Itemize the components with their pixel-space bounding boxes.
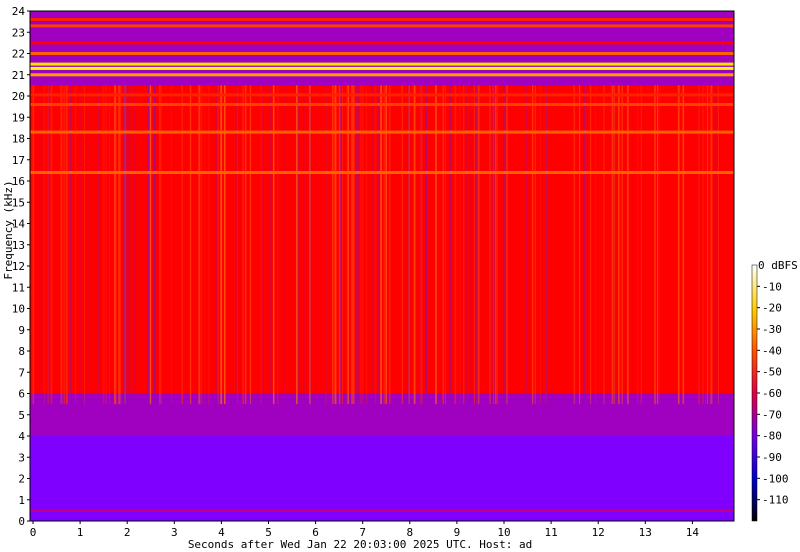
colorbar-tick-label: -90: [762, 451, 782, 464]
colorbar-tick-label: -40: [762, 344, 782, 357]
y-tick-label: 20: [12, 90, 25, 103]
tone-line: [30, 130, 734, 134]
colorbar-tick-label: -100: [762, 472, 789, 485]
colorbar-tick-label: -30: [762, 323, 782, 336]
y-tick-label: 24: [12, 5, 26, 18]
y-tick-label: 8: [18, 345, 25, 358]
y-tick-label: 0: [18, 515, 25, 528]
tone-line: [30, 103, 734, 106]
colorbar-tick-label: -70: [762, 408, 782, 421]
y-tick-label: 10: [12, 303, 25, 316]
y-tick-label: 9: [18, 324, 25, 337]
y-tick-label: 19: [12, 111, 25, 124]
colorbar-tick-label: -50: [762, 366, 782, 379]
colorbar-gradient: [751, 264, 758, 522]
colorbar-unit-label: 0 dBFS: [758, 259, 798, 272]
y-tick-label: 1: [18, 494, 25, 507]
y-axis-label: Frequency (kHz): [2, 180, 15, 279]
colorbar-tick-label: -60: [762, 387, 782, 400]
y-tick-label: 21: [12, 69, 25, 82]
x-tick-label: 14: [686, 526, 700, 539]
y-tick-label: 17: [12, 154, 25, 167]
y-tick-label: 4: [18, 430, 25, 443]
x-tick-label: 0: [30, 526, 37, 539]
y-tick-label: 18: [12, 133, 25, 146]
x-tick-label: 3: [171, 526, 178, 539]
spectrogram-chart: 0123456789101112131415161718192021222324…: [2, 5, 798, 551]
y-tick-label: 2: [18, 473, 25, 486]
x-tick-label: 2: [124, 526, 131, 539]
tone-line: [30, 66, 734, 70]
tone-line: [30, 508, 734, 512]
tone-line: [30, 52, 734, 55]
tone-line: [30, 41, 734, 45]
colorbar-tick-label: -10: [762, 280, 782, 293]
tone-line: [30, 73, 734, 77]
tone-line: [30, 24, 734, 28]
y-tick-label: 7: [18, 366, 25, 379]
y-tick-label: 3: [18, 451, 25, 464]
y-tick-label: 11: [12, 281, 25, 294]
y-tick-label: 23: [12, 26, 25, 39]
y-tick-label: 6: [18, 388, 25, 401]
tone-line: [30, 171, 734, 174]
x-tick-label: 12: [592, 526, 605, 539]
x-axis-label: Seconds after Wed Jan 22 20:03:00 2025 U…: [188, 538, 532, 551]
plot-area: [30, 11, 734, 521]
tone-line: [30, 62, 734, 66]
tone-line: [30, 18, 734, 21]
y-tick-label: 22: [12, 48, 25, 61]
colorbar: 0 dBFS -10 -20 -30 -40 -50 -60 -70 -80 -90 -100 -1…: [751, 259, 798, 522]
colorbar-tick-label: -80: [762, 430, 782, 443]
spectral-band: [30, 436, 734, 521]
colorbar-tick-label: -20: [762, 302, 782, 315]
x-tick-label: 11: [544, 526, 557, 539]
x-tick-label: 13: [639, 526, 652, 539]
colorbar-tick-label: -110: [762, 494, 789, 507]
x-tick-label: 1: [77, 526, 84, 539]
x-axis: 0 1 2 3 4 5 6 7 8 9 10 11 12 13 14: [30, 521, 700, 539]
tone-line: [30, 93, 734, 97]
y-tick-label: 5: [18, 409, 25, 422]
